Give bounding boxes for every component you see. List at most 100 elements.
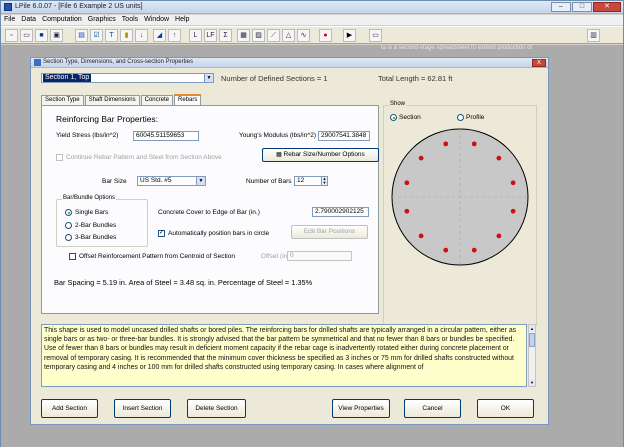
- bar-size-select[interactable]: US Std. #5 ▼: [137, 176, 206, 186]
- menu-computation[interactable]: Computation: [39, 15, 85, 25]
- three-bar-bundles-radio[interactable]: [65, 234, 72, 241]
- bar-size-label: Bar Size: [102, 178, 127, 185]
- tab-rebars[interactable]: Rebars: [173, 94, 202, 105]
- auto-position-checkbox[interactable]: ✓: [158, 230, 165, 237]
- show-section-radio[interactable]: [390, 114, 397, 121]
- pile-icon[interactable]: T: [105, 29, 118, 42]
- rebars-panel: Reinforcing Bar Properties: Yield Stress…: [41, 105, 379, 314]
- spinner-arrows-icon[interactable]: ▲ ▼: [321, 177, 327, 185]
- stop-icon[interactable]: ●: [319, 29, 332, 42]
- continue-pattern-checkbox[interactable]: [56, 154, 63, 161]
- menu-help[interactable]: Help: [172, 15, 192, 25]
- line-chart-icon[interactable]: ⟋: [267, 29, 280, 42]
- modulus-input[interactable]: 29007541.3848: [318, 131, 370, 141]
- num-bars-label: Number of Bars: [246, 178, 292, 185]
- L-button[interactable]: L: [189, 29, 202, 42]
- single-bars-radio[interactable]: [65, 209, 72, 216]
- dialog-titlebar[interactable]: Section Type, Dimensions, and Cross-sect…: [31, 58, 548, 68]
- show-section-label: Section: [399, 114, 421, 121]
- scroll-thumb[interactable]: [529, 333, 535, 347]
- rebar-4: [443, 247, 449, 253]
- menu-graphics[interactable]: Graphics: [85, 15, 119, 25]
- yield-stress-input[interactable]: 60045.51159653: [133, 131, 199, 141]
- cross-section-diagram: [391, 128, 529, 266]
- three-bar-bundles-label: 3-Bar Bundles: [75, 234, 117, 241]
- single-bars-label: Single Bars: [75, 209, 109, 216]
- chart-icon[interactable]: ▨: [252, 29, 265, 42]
- load-icon[interactable]: ↓: [135, 29, 148, 42]
- auto-position-label: Automatically position bars in circle: [168, 230, 270, 237]
- section-dropdown[interactable]: Section 1, Top ▼: [41, 73, 214, 83]
- panel-heading: Reinforcing Bar Properties:: [56, 114, 159, 124]
- menu-file[interactable]: File: [1, 15, 18, 25]
- show-profile-radio[interactable]: [457, 114, 464, 121]
- scroll-down-icon[interactable]: ▼: [529, 379, 535, 386]
- sum-button[interactable]: Σ: [219, 29, 232, 42]
- settings-icon[interactable]: ▥: [587, 29, 600, 42]
- run-icon[interactable]: ◢: [153, 29, 166, 42]
- arrow-icon[interactable]: ↑: [168, 29, 181, 42]
- tab-concrete[interactable]: Concrete: [140, 95, 173, 105]
- scroll-up-icon[interactable]: ▲: [529, 325, 535, 332]
- app-window: LPile 6.0.07 - [File 6 Example 2 US unit…: [0, 0, 624, 447]
- delta-icon[interactable]: △: [282, 29, 295, 42]
- delete-section-button[interactable]: Delete Section: [187, 399, 246, 418]
- description-scrollbar[interactable]: ▲ ▼: [528, 324, 536, 387]
- num-bars-spinner[interactable]: 12 ▲ ▼: [294, 176, 328, 186]
- show-title: Show: [389, 101, 407, 107]
- menu-data[interactable]: Data: [18, 15, 39, 25]
- toolbar: ▫ ▭ ■ ▣ ▤ ☑ T ▮ ↓ ◢ ↑ L LF Σ ▦ ▨ ⟋ △ ∿ ●…: [1, 26, 623, 44]
- rebar-icon: ▦: [276, 152, 284, 158]
- maximize-button[interactable]: □: [572, 2, 592, 12]
- menu-window[interactable]: Window: [141, 15, 172, 25]
- add-section-button[interactable]: Add Section: [41, 399, 98, 418]
- two-bar-bundles-radio[interactable]: [65, 222, 72, 229]
- num-sections-label: Number of Defined Sections = 1: [221, 74, 328, 83]
- rebar-options-button[interactable]: ▦ Rebar Size/Number Options: [262, 148, 379, 162]
- offset-pattern-label: Offset Reinforcement Pattern from Centro…: [79, 253, 235, 260]
- play-icon[interactable]: ▶: [343, 29, 356, 42]
- save-as-icon[interactable]: ▣: [50, 29, 63, 42]
- ok-button[interactable]: OK: [477, 399, 534, 418]
- menu-tools[interactable]: Tools: [119, 15, 141, 25]
- tab-section-type[interactable]: Section Type: [41, 95, 84, 105]
- two-bar-bundles-label: 2-Bar Bundles: [75, 222, 117, 229]
- show-profile-label: Profile: [466, 114, 485, 121]
- app-titlebar[interactable]: LPile 6.0.07 - [File 6 Example 2 US unit…: [1, 1, 623, 14]
- offset-pattern-checkbox[interactable]: [69, 253, 76, 260]
- chevron-down-icon[interactable]: ▼: [196, 177, 205, 185]
- edit-bar-positions-button[interactable]: Edit Bar Positions: [291, 225, 368, 239]
- table-icon[interactable]: ▦: [237, 29, 250, 42]
- app-logo-icon: [4, 3, 12, 11]
- rebar-10: [471, 141, 477, 147]
- dialog-title: Section Type, Dimensions, and Cross-sect…: [43, 59, 193, 65]
- num-bars-value: 12: [297, 177, 305, 184]
- open-icon[interactable]: ▭: [20, 29, 33, 42]
- curve-icon[interactable]: ∿: [297, 29, 310, 42]
- menubar: File Data Computation Graphics Tools Win…: [1, 15, 623, 25]
- minimize-button[interactable]: –: [551, 2, 571, 12]
- chevron-down-icon[interactable]: ▼: [204, 74, 213, 82]
- rebar-7: [404, 180, 410, 186]
- rebar-6: [404, 208, 410, 214]
- new-icon[interactable]: ▫: [5, 29, 18, 42]
- yield-stress-label: Yield Stress (lbs/in^2): [56, 132, 119, 139]
- tab-shaft-dimensions[interactable]: Shaft Dimensions: [84, 95, 140, 105]
- save-icon[interactable]: ■: [35, 29, 48, 42]
- check-icon[interactable]: ☑: [90, 29, 103, 42]
- bundle-options-group: Bar/Bundle Options Single Bars 2-Bar Bun…: [56, 195, 148, 247]
- soil-icon[interactable]: ▮: [120, 29, 133, 42]
- close-app-button[interactable]: ✕: [593, 2, 621, 12]
- report-icon[interactable]: ▭: [369, 29, 382, 42]
- insert-section-button[interactable]: Insert Section: [114, 399, 171, 418]
- cover-label: Concrete Cover to Edge of Bar (in.): [158, 209, 260, 216]
- dialog-close-button[interactable]: X: [532, 59, 546, 67]
- rebar-11: [496, 155, 502, 161]
- view-properties-button[interactable]: View Properties: [332, 399, 390, 418]
- rebar-12: [510, 180, 516, 186]
- cancel-button[interactable]: Cancel: [404, 399, 461, 418]
- cover-input[interactable]: 2.790002902125: [312, 207, 369, 217]
- offset-input[interactable]: 0: [287, 251, 352, 261]
- LF-button[interactable]: LF: [204, 29, 217, 42]
- print-icon[interactable]: ▤: [75, 29, 88, 42]
